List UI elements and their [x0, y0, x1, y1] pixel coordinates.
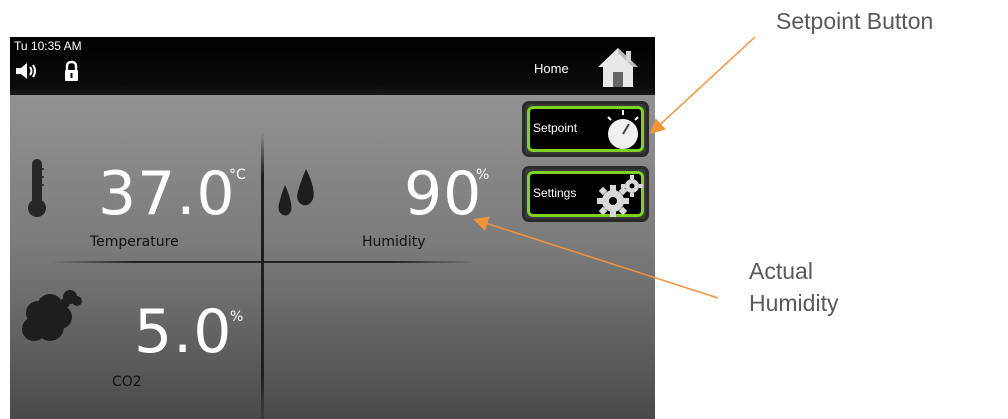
actual-humidity-callout-line1: Actual	[749, 258, 813, 284]
actual-humidity-callout-line2: Humidity	[749, 290, 839, 316]
setpoint-annotation-arrow	[649, 36, 756, 135]
humidity-annotation-arrow	[473, 216, 719, 299]
setpoint-button-callout: Setpoint Button	[776, 8, 934, 34]
annotation-arrows	[473, 36, 756, 299]
